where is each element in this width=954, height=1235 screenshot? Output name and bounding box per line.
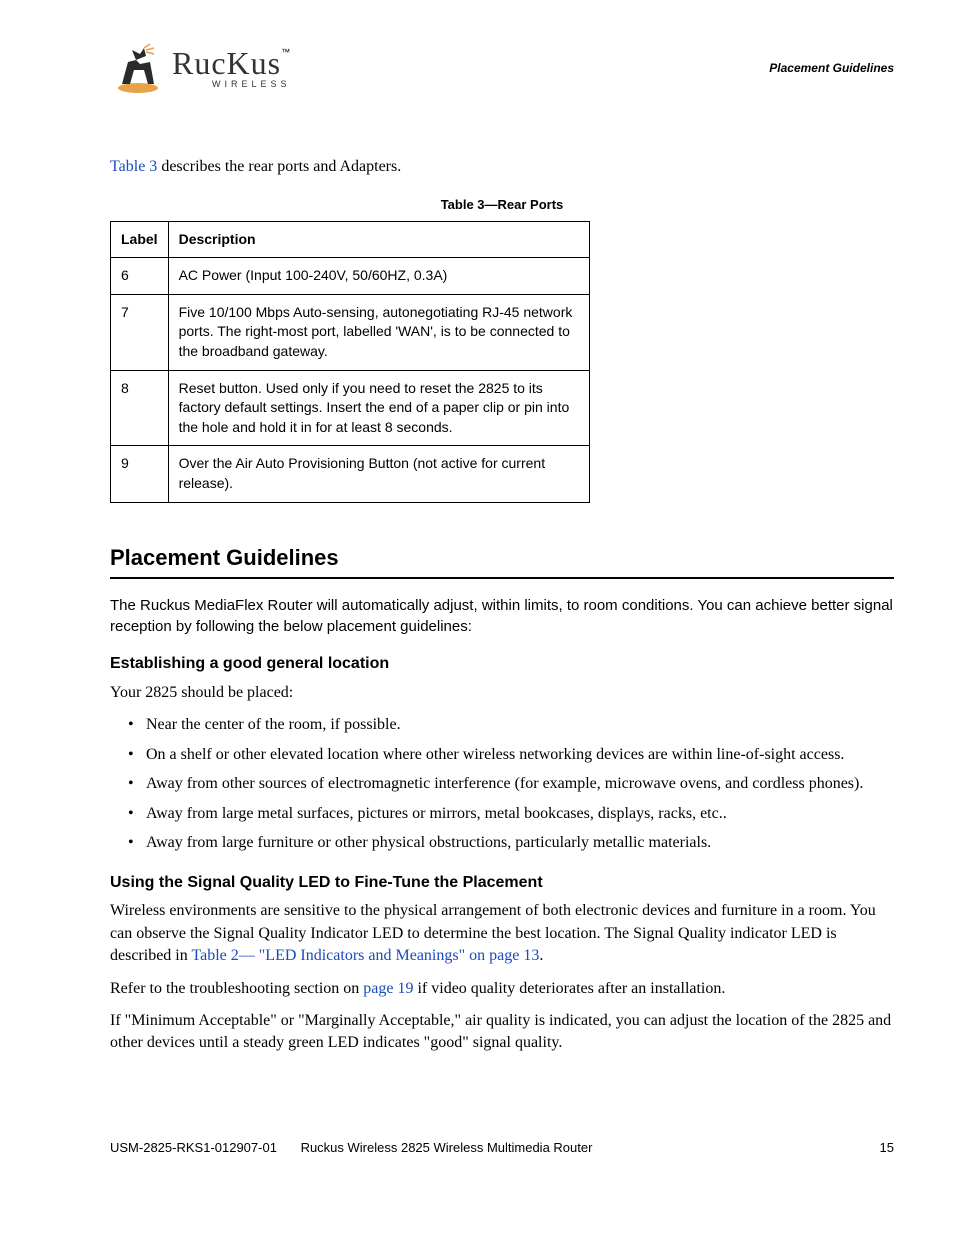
- signal-paragraph-2: Refer to the troubleshooting section on …: [110, 978, 894, 1000]
- col-label: Label: [111, 221, 169, 258]
- subsection-heading-location: Establishing a good general location: [110, 653, 894, 675]
- table-caption: Table 3—Rear Ports: [110, 196, 894, 214]
- list-item: Away from large furniture or other physi…: [128, 832, 894, 854]
- cell-label: 7: [111, 294, 169, 370]
- table-row: 7 Five 10/100 Mbps Auto-sensing, autoneg…: [111, 294, 590, 370]
- cell-desc: Five 10/100 Mbps Auto-sensing, autonegot…: [168, 294, 589, 370]
- logo-word: RucKus: [172, 45, 281, 81]
- footer-left: USM-2825-RKS1-012907-01 Ruckus Wireless …: [110, 1140, 612, 1155]
- logo-text: RucKus™ WIRELESS: [172, 47, 291, 89]
- p2-text-a: Refer to the troubleshooting section on: [110, 980, 363, 997]
- table-row: 8 Reset button. Used only if you need to…: [111, 370, 590, 446]
- table-row: 6 AC Power (Input 100-240V, 50/60HZ, 0.3…: [111, 258, 590, 295]
- signal-paragraph-3: If "Minimum Acceptable" or "Marginally A…: [110, 1010, 894, 1055]
- page-section-label: Placement Guidelines: [769, 61, 894, 75]
- table-2-link[interactable]: Table 2— "LED Indicators and Meanings" o…: [191, 947, 539, 964]
- list-item: Away from large metal surfaces, pictures…: [128, 803, 894, 825]
- page-footer: USM-2825-RKS1-012907-01 Ruckus Wireless …: [110, 1140, 894, 1155]
- cell-desc: Reset button. Used only if you need to r…: [168, 370, 589, 446]
- subsection-lead: Your 2825 should be placed:: [110, 682, 894, 704]
- list-item: Near the center of the room, if possible…: [128, 714, 894, 736]
- table-header-row: Label Description: [111, 221, 590, 258]
- list-item: On a shelf or other elevated location wh…: [128, 744, 894, 766]
- placement-list: Near the center of the room, if possible…: [110, 714, 894, 854]
- doc-title: Ruckus Wireless 2825 Wireless Multimedia…: [301, 1140, 593, 1155]
- logo-subtitle: WIRELESS: [212, 79, 291, 89]
- table-intro-line: Table 3 describes the rear ports and Ada…: [110, 156, 894, 178]
- subsection-heading-signal: Using the Signal Quality LED to Fine-Tun…: [110, 872, 894, 894]
- cell-desc: AC Power (Input 100-240V, 50/60HZ, 0.3A): [168, 258, 589, 295]
- table-row: 9 Over the Air Auto Provisioning Button …: [111, 446, 590, 502]
- doc-id: USM-2825-RKS1-012907-01: [110, 1140, 277, 1155]
- page-number: 15: [880, 1140, 894, 1155]
- p2-text-b: if video quality deteriorates after an i…: [413, 980, 725, 997]
- cell-desc: Over the Air Auto Provisioning Button (n…: [168, 446, 589, 502]
- cell-label: 9: [111, 446, 169, 502]
- section-heading: Placement Guidelines: [110, 543, 894, 580]
- page-content: Table 3 describes the rear ports and Ada…: [110, 156, 894, 1055]
- list-item: Away from other sources of electromagnet…: [128, 773, 894, 795]
- cell-label: 6: [111, 258, 169, 295]
- table-3-link[interactable]: Table 3: [110, 158, 157, 175]
- page-19-link[interactable]: page 19: [363, 980, 413, 997]
- p1-text-b: .: [539, 947, 543, 964]
- ruckus-dog-icon: [110, 40, 166, 96]
- section-intro-paragraph: The Ruckus MediaFlex Router will automat…: [110, 595, 894, 637]
- brand-logo: RucKus™ WIRELESS: [110, 40, 291, 96]
- trademark-symbol: ™: [281, 47, 290, 57]
- cell-label: 8: [111, 370, 169, 446]
- intro-rest: describes the rear ports and Adapters.: [157, 158, 401, 175]
- signal-paragraph-1: Wireless environments are sensitive to t…: [110, 900, 894, 967]
- page-header: RucKus™ WIRELESS Placement Guidelines: [110, 40, 894, 96]
- rear-ports-table: Label Description 6 AC Power (Input 100-…: [110, 221, 590, 503]
- col-description: Description: [168, 221, 589, 258]
